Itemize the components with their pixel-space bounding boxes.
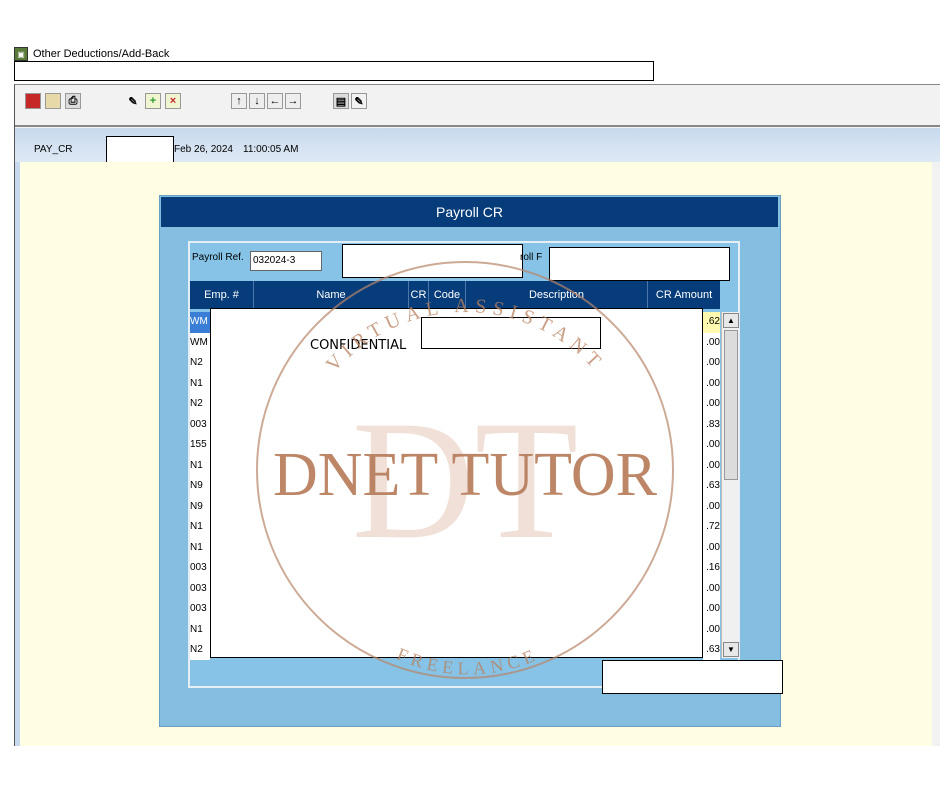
table-row-emp[interactable]: N1: [190, 620, 210, 641]
table-row-emp[interactable]: 003: [190, 415, 210, 436]
move-right-icon[interactable]: →: [285, 93, 301, 109]
header-date: Feb 26, 2024: [174, 144, 233, 155]
emp-column: WM WM N2 N1 N2 003 155 N1 N9 N9 N1 N1 003 003 003 N1 N2: [190, 312, 210, 660]
move-down-icon[interactable]: ↓: [249, 93, 265, 109]
table-row-emp[interactable]: N1: [190, 374, 210, 395]
table-row-emp[interactable]: N1: [190, 517, 210, 538]
table-row-emp[interactable]: 003: [190, 579, 210, 600]
exit-icon[interactable]: [25, 93, 41, 109]
table-row-emp[interactable]: N1: [190, 538, 210, 559]
redacted-box: [14, 61, 654, 81]
app-icon: ▣: [14, 47, 28, 61]
table-row-emp[interactable]: 003: [190, 558, 210, 579]
save-icon[interactable]: [45, 93, 61, 109]
window-title-bar: ▣ Other Deductions/Add-Back: [14, 46, 169, 62]
move-up-icon[interactable]: ↑: [231, 93, 247, 109]
add-icon[interactable]: +: [145, 93, 161, 109]
watermark-bottom-arc: FREELANCE: [394, 644, 542, 679]
screen-code: PAY_CR: [34, 144, 73, 155]
print-icon[interactable]: ⎙: [65, 93, 81, 109]
clipboard-icon[interactable]: ▤: [333, 93, 349, 109]
header-time: 11:00:05 AM: [243, 144, 299, 155]
note-edit-icon[interactable]: ✎: [351, 93, 367, 109]
window-title: Other Deductions/Add-Back: [33, 48, 170, 60]
table-row-emp[interactable]: 003: [190, 599, 210, 620]
table-row-emp[interactable]: N1: [190, 456, 210, 477]
table-row-emp[interactable]: N9: [190, 476, 210, 497]
form-title: Payroll CR: [161, 197, 778, 227]
table-row-emp[interactable]: N9: [190, 497, 210, 518]
watermark-brand: DNET TUTOR: [273, 441, 658, 509]
delete-icon[interactable]: ×: [165, 93, 181, 109]
table-row-emp[interactable]: WM: [190, 312, 210, 333]
toolbar: ⎙ ✎ + × ↑ ↓ ← → ▤ ✎: [15, 85, 940, 127]
move-left-icon[interactable]: ←: [267, 93, 283, 109]
redacted-box: [602, 660, 783, 694]
watermark: DT DNET TUTOR VIRTUAL ASSISTANT FREELANC…: [256, 261, 674, 679]
table-row-emp[interactable]: N2: [190, 353, 210, 374]
table-row-emp[interactable]: 155: [190, 435, 210, 456]
edit-icon[interactable]: ✎: [125, 93, 141, 109]
table-row-emp[interactable]: WM: [190, 333, 210, 354]
table-row-emp[interactable]: N2: [190, 640, 210, 661]
table-row-emp[interactable]: N2: [190, 394, 210, 415]
watermark-top-arc: VIRTUAL ASSISTANT: [322, 295, 609, 376]
